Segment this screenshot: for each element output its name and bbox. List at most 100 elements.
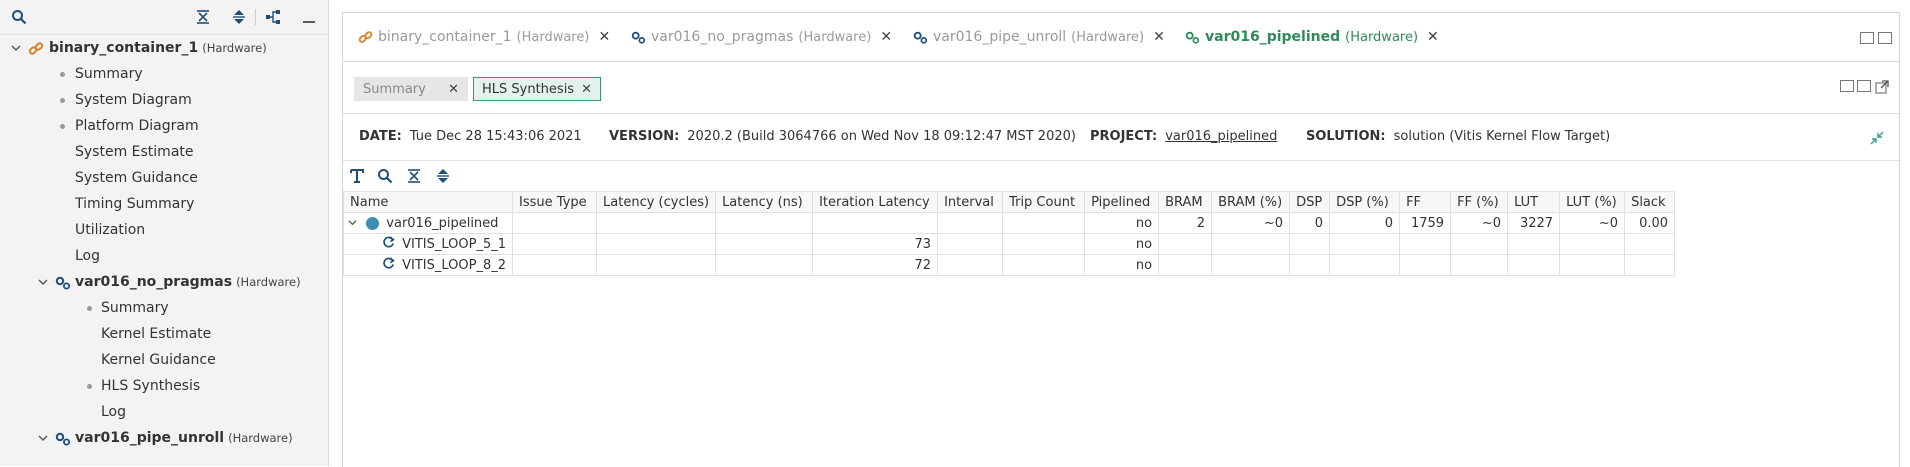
tree-item-system-diagram[interactable]: System Diagram: [0, 87, 328, 113]
table-cell: ~0: [1559, 212, 1626, 234]
column-header[interactable]: Issue Type: [512, 191, 598, 213]
close-icon[interactable]: ✕: [880, 29, 892, 45]
tree-item-hls-synthesis[interactable]: HLS Synthesis: [0, 373, 328, 399]
tree-item-label: Summary: [75, 66, 143, 82]
tree-item-summary[interactable]: Summary: [0, 295, 328, 321]
close-icon[interactable]: ✕: [1427, 29, 1439, 45]
close-icon[interactable]: ✕: [598, 29, 610, 45]
collapse-all-icon[interactable]: [405, 167, 423, 185]
tab-var016-pipe-unroll[interactable]: var016_pipe_unroll (Hardware) ✕: [913, 27, 1165, 47]
table-cell: [512, 212, 598, 234]
column-header[interactable]: Name: [342, 191, 514, 213]
open-external-icon[interactable]: [1875, 79, 1889, 98]
editor-tab-bar: binary_container_1 (Hardware) ✕ var016_n…: [343, 13, 1899, 62]
column-header[interactable]: Interval: [937, 191, 1004, 213]
table-row-loop[interactable]: VITIS_LOOP_8_2 72 no: [342, 254, 1676, 276]
column-header[interactable]: Slack: [1624, 191, 1676, 213]
close-icon[interactable]: ✕: [448, 78, 459, 102]
bullet-icon: [87, 306, 92, 311]
table-cell: [937, 212, 1004, 234]
close-icon[interactable]: ✕: [581, 78, 592, 102]
expand-all-icon[interactable]: [434, 167, 452, 185]
tree-item-system-guidance[interactable]: System Guidance: [0, 165, 328, 191]
tab-binary-container[interactable]: binary_container_1 (Hardware) ✕: [358, 27, 610, 47]
tree-item-timing-summary[interactable]: Timing Summary: [0, 191, 328, 217]
column-header[interactable]: BRAM (%): [1211, 191, 1291, 213]
expand-all-icon[interactable]: [230, 8, 248, 26]
tree-item-kernel-estimate[interactable]: Kernel Estimate: [0, 321, 328, 347]
tree-item-label: var016_pipe_unroll: [75, 430, 225, 446]
column-header[interactable]: LUT (%): [1559, 191, 1626, 213]
chevron-down-icon[interactable]: [348, 216, 360, 231]
table-cell: [1002, 254, 1086, 276]
hierarchy-icon[interactable]: [264, 8, 282, 26]
table-row-function[interactable]: var016_pipelined no 2 ~0 0 0 1759 ~0 322…: [342, 212, 1676, 234]
tree-item-system-estimate[interactable]: System Estimate: [0, 139, 328, 165]
column-header[interactable]: Latency (ns): [715, 191, 814, 213]
tab-label: var016_pipe_unroll: [933, 29, 1067, 45]
chevron-down-icon[interactable]: [10, 35, 22, 61]
tree-item-platform-diagram[interactable]: Platform Diagram: [0, 113, 328, 139]
minimize-view-icon[interactable]: [1860, 32, 1874, 44]
table-cell: 2: [1158, 212, 1213, 234]
column-header[interactable]: BRAM: [1158, 191, 1213, 213]
search-icon[interactable]: [10, 8, 28, 26]
column-header[interactable]: Iteration Latency: [812, 191, 939, 213]
tree-item-label: Kernel Guidance: [101, 352, 216, 368]
column-header[interactable]: Pipelined: [1084, 191, 1160, 213]
tree-item-log[interactable]: Log: [0, 399, 328, 425]
layout-columns-icon[interactable]: [1857, 80, 1871, 92]
tree-item-var016-no-pragmas[interactable]: var016_no_pragmas (Hardware): [0, 269, 328, 295]
tree-item-kernel-guidance[interactable]: Kernel Guidance: [0, 347, 328, 373]
tree-item-var016-pipe-unroll[interactable]: var016_pipe_unroll (Hardware): [0, 425, 328, 451]
hardware-tag: (Hardware): [516, 29, 590, 45]
table-cell: [596, 254, 717, 276]
table-cell: [1507, 233, 1561, 255]
tree-item-utilization[interactable]: Utilization: [0, 217, 328, 243]
editor-area: binary_container_1 (Hardware) ✕ var016_n…: [342, 12, 1900, 467]
minimize-icon[interactable]: [300, 8, 318, 26]
table-cell: [1211, 233, 1291, 255]
bullet-icon: [60, 72, 65, 77]
search-icon[interactable]: [376, 167, 394, 185]
table-cell: [812, 212, 939, 234]
tree-item-label: System Diagram: [75, 92, 192, 108]
table-cell: 1759: [1399, 212, 1452, 234]
column-header[interactable]: DSP (%): [1329, 191, 1401, 213]
table-cell: no: [1084, 233, 1160, 255]
tree-item-label: Timing Summary: [75, 196, 195, 212]
close-icon[interactable]: ✕: [1153, 29, 1165, 45]
table-cell: [1450, 254, 1509, 276]
tree-item-binary-container[interactable]: binary_container_1 (Hardware): [0, 35, 328, 61]
chevron-down-icon[interactable]: [37, 425, 49, 451]
collapse-all-icon[interactable]: [194, 8, 212, 26]
tree-item-summary[interactable]: Summary: [0, 61, 328, 87]
table-cell: [512, 254, 598, 276]
tree-item-log[interactable]: Log: [0, 243, 328, 269]
table-row-loop[interactable]: VITIS_LOOP_5_1 73 no: [342, 233, 1676, 255]
text-format-icon[interactable]: [348, 167, 366, 185]
column-header[interactable]: Latency (cycles): [596, 191, 717, 213]
column-header[interactable]: Trip Count: [1002, 191, 1086, 213]
table-cell: [1624, 254, 1676, 276]
column-header[interactable]: FF (%): [1450, 191, 1509, 213]
table-cell: [937, 233, 1004, 255]
tab-var016-pipelined[interactable]: var016_pipelined (Hardware) ✕: [1185, 27, 1439, 47]
tab-var016-no-pragmas[interactable]: var016_no_pragmas (Hardware) ✕: [631, 27, 892, 47]
project-link[interactable]: var016_pipelined: [1165, 129, 1277, 144]
chevron-down-icon[interactable]: [37, 269, 49, 295]
collapse-header-icon[interactable]: [1870, 131, 1884, 149]
maximize-view-icon[interactable]: [1878, 32, 1892, 44]
report-tab-summary[interactable]: Summary ✕: [354, 77, 468, 101]
name-cell: VITIS_LOOP_8_2: [342, 254, 514, 276]
table-cell: [596, 233, 717, 255]
layout-rows-icon[interactable]: [1840, 80, 1854, 92]
tree-item-label: HLS Synthesis: [101, 378, 201, 394]
column-header[interactable]: FF: [1399, 191, 1452, 213]
table-cell: [596, 212, 717, 234]
report-tab-hls-synthesis[interactable]: HLS Synthesis ✕: [473, 77, 601, 101]
table-cell: [1399, 233, 1452, 255]
column-header[interactable]: LUT: [1507, 191, 1561, 213]
table-cell: no: [1084, 254, 1160, 276]
column-header[interactable]: DSP: [1289, 191, 1331, 213]
